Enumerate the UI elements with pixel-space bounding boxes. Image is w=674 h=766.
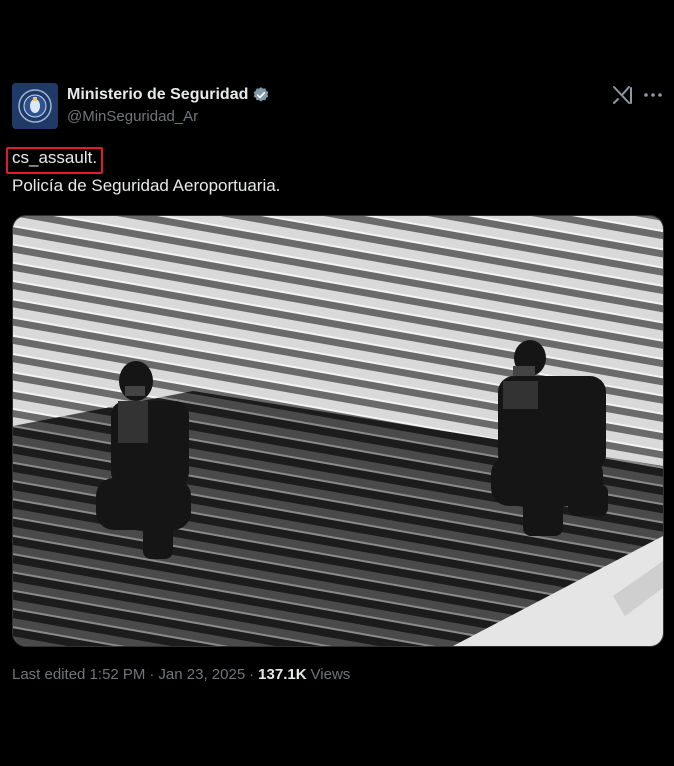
post-date[interactable]: Jan 23, 2025 (158, 666, 245, 683)
display-name[interactable]: Ministerio de Seguridad (67, 86, 248, 104)
tweet-text-line-1: cs_assault. (12, 148, 98, 167)
grok-icon[interactable] (611, 84, 633, 106)
edited-label[interactable]: Last edited 1:52 PM (12, 666, 145, 683)
views-label: Views (310, 666, 351, 683)
rooftop-officers-photo (13, 216, 663, 646)
avatar[interactable] (12, 83, 58, 129)
tweet-media-photo[interactable] (12, 215, 664, 647)
tweet-meta: Last edited 1:52 PM · Jan 23, 2025 · 137… (12, 666, 350, 683)
meta-separator: · (149, 666, 155, 683)
meta-separator: · (249, 666, 255, 683)
views-count: 137.1K (258, 666, 307, 683)
tweet-text-line-2: Policía de Seguridad Aeroportuaria. (12, 176, 281, 195)
ministry-seal-icon (12, 83, 58, 129)
handle[interactable]: @MinSeguridad_Ar (67, 108, 198, 125)
more-dots-icon[interactable] (643, 85, 663, 105)
author-name-row: Ministerio de Seguridad (67, 86, 270, 104)
verified-badge-icon (254, 87, 269, 102)
